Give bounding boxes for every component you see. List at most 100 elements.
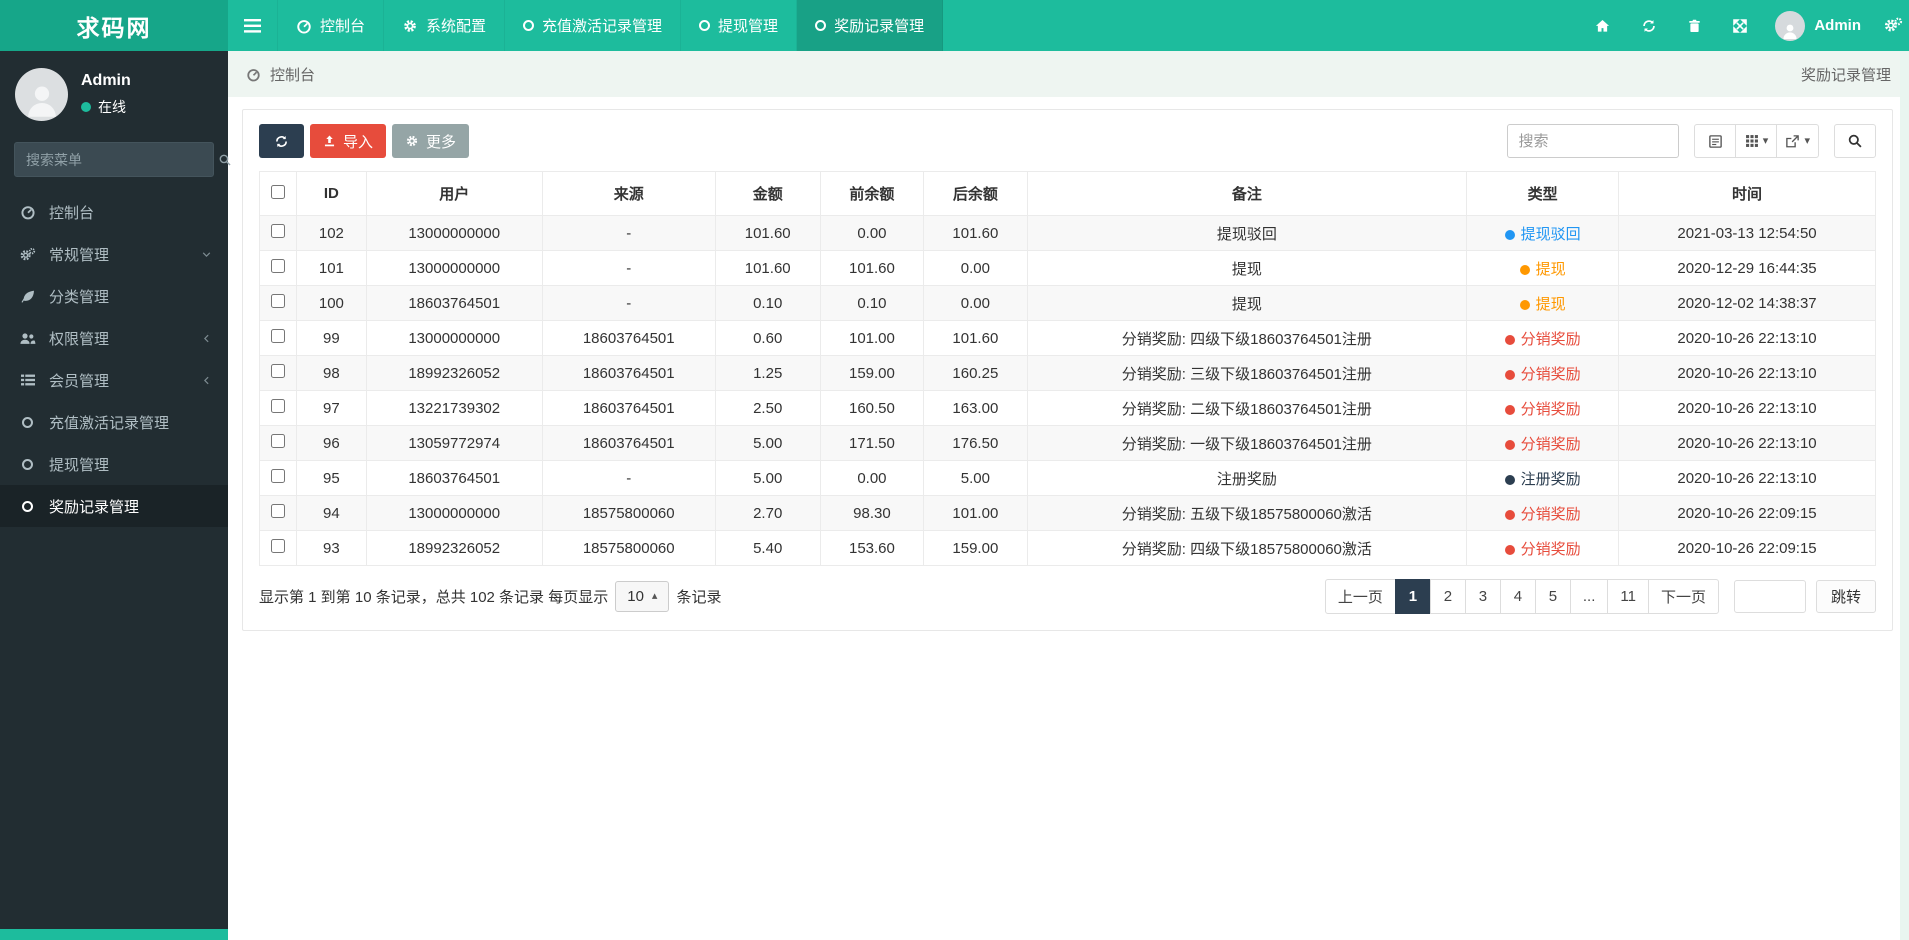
prev-page-button[interactable]: 上一页 (1324, 579, 1396, 614)
cell-type: 分销奖励 (1466, 530, 1620, 566)
row-checkbox[interactable] (271, 224, 286, 238)
sidebar-item-recharge-records[interactable]: 充值激活记录管理 (0, 401, 228, 443)
user-menu[interactable]: Admin (1763, 10, 1873, 41)
cell-time: 2020-10-26 22:09:15 (1618, 530, 1876, 566)
cell-time: 2020-10-26 22:13:10 (1618, 460, 1876, 496)
cell-id: 93 (296, 530, 367, 566)
gear-icon (402, 18, 418, 34)
page-button-2[interactable]: 2 (1429, 579, 1466, 614)
column-header-time[interactable]: 时间 (1618, 171, 1876, 216)
export-dropdown-button[interactable]: ▾ (1776, 124, 1819, 158)
page-button-3[interactable]: 3 (1464, 579, 1501, 614)
table-toolbar: 导入 更多 搜索 ▾ ▾ (259, 124, 1876, 158)
cell-remark: 分销奖励: 五级下级18575800060激活 (1026, 495, 1468, 531)
cell-id: 94 (296, 495, 367, 531)
cell-remark: 分销奖励: 四级下级18603764501注册 (1026, 320, 1468, 356)
jump-page-input[interactable] (1733, 580, 1806, 613)
fullscreen-button[interactable] (1717, 0, 1763, 51)
sidebar-item-category[interactable]: 分类管理 (0, 275, 228, 317)
row-checkbox[interactable] (271, 259, 286, 273)
refresh-icon (274, 134, 289, 149)
topnav-item-reward-records[interactable]: 奖励记录管理 (797, 0, 944, 51)
settings-button[interactable] (1873, 0, 1909, 51)
row-checkbox[interactable] (271, 329, 286, 343)
online-status-icon (81, 102, 91, 112)
page-button-1[interactable]: 1 (1394, 579, 1431, 614)
page-button-4[interactable]: 4 (1499, 579, 1536, 614)
cell-type: 分销奖励 (1466, 320, 1620, 356)
topnav-item-withdraw[interactable]: 提现管理 (681, 0, 798, 51)
navbar-right-tools: Admin (1579, 0, 1909, 51)
columns-dropdown-button[interactable]: ▾ (1735, 124, 1778, 158)
topnav-item-recharge-records[interactable]: 充值激活记录管理 (505, 0, 682, 51)
cogs-icon (1883, 17, 1903, 34)
table-search-input[interactable] (1507, 124, 1680, 158)
cell-amount: 101.60 (714, 250, 821, 286)
sidebar-search-input[interactable] (15, 151, 218, 168)
trash-icon (1687, 18, 1702, 34)
topnav-item-dashboard[interactable]: 控制台 (278, 0, 385, 51)
next-page-button[interactable]: 下一页 (1647, 579, 1719, 614)
column-header-remark[interactable]: 备注 (1026, 171, 1468, 216)
cell-after: 159.00 (923, 530, 1028, 566)
home-button[interactable] (1579, 0, 1626, 51)
row-checkbox[interactable] (271, 504, 286, 518)
row-checkbox[interactable] (271, 539, 286, 553)
cell-after: 0.00 (923, 285, 1028, 321)
refresh-button[interactable] (1626, 0, 1672, 51)
cell-before: 159.00 (819, 355, 925, 391)
cell-id: 100 (296, 285, 367, 321)
clear-cache-button[interactable] (1672, 0, 1717, 51)
page-button-11[interactable]: 11 (1607, 579, 1649, 614)
more-button[interactable]: 更多 (392, 124, 470, 158)
sidebar-toggle-button[interactable] (228, 0, 278, 51)
column-header-source[interactable]: 来源 (541, 171, 716, 216)
cell-type: 提现 (1466, 250, 1620, 286)
main-content: 控制台 奖励记录管理 导入 更多 搜索 ▾ ▾ ID 用户 来源 金额 前余额 … (228, 51, 1909, 940)
column-header-type[interactable]: 类型 (1466, 171, 1620, 216)
refresh-table-button[interactable] (259, 124, 304, 158)
brand-logo[interactable]: 求码网 (0, 0, 228, 51)
cell-before: 0.10 (819, 285, 925, 321)
import-button[interactable]: 导入 (310, 124, 387, 158)
jump-button[interactable]: 跳转 (1815, 580, 1876, 613)
detail-view-button[interactable] (1694, 124, 1737, 158)
profile-avatar (15, 68, 68, 121)
type-badge: 提现 (1535, 260, 1566, 278)
sidebar-item-withdraw[interactable]: 提现管理 (0, 443, 228, 485)
sidebar-item-general[interactable]: 常规管理 (0, 233, 228, 275)
sidebar-item-dashboard[interactable]: 控制台 (0, 191, 228, 233)
column-header-before[interactable]: 前余额 (819, 171, 925, 216)
chevron-down-icon (201, 249, 212, 260)
search-icon[interactable] (218, 153, 242, 167)
row-checkbox[interactable] (271, 434, 286, 448)
select-all-checkbox[interactable] (271, 184, 286, 199)
scrollbar-track[interactable] (1900, 51, 1909, 940)
cell-amount: 1.25 (714, 355, 821, 391)
row-checkbox[interactable] (271, 364, 286, 378)
sidebar-item-members[interactable]: 会员管理 (0, 359, 228, 401)
breadcrumb-item[interactable]: 控制台 (270, 64, 315, 85)
sidebar-item-reward-records[interactable]: 奖励记录管理 (0, 485, 228, 527)
row-checkbox[interactable] (271, 399, 286, 413)
column-header-amount[interactable]: 金额 (714, 171, 821, 216)
ellipsis-page-button[interactable]: ... (1569, 579, 1609, 614)
table-row: 101 13000000000-101.60 101.60 0.00 提现 提现 2020-… (258, 250, 1876, 286)
cell-after: 101.60 (923, 215, 1028, 251)
row-checkbox[interactable] (271, 469, 286, 483)
topnav-item-system-config[interactable]: 系统配置 (384, 0, 506, 51)
cell-id: 97 (296, 390, 367, 426)
cell-amount: 2.70 (714, 495, 821, 531)
search-submit-button[interactable] (1834, 124, 1876, 158)
chevron-left-icon (201, 333, 212, 344)
type-badge: 分销奖励 (1520, 540, 1581, 558)
column-header-user[interactable]: 用户 (365, 171, 543, 216)
column-header-id[interactable]: ID (296, 171, 367, 216)
column-header-after[interactable]: 后余额 (923, 171, 1028, 216)
row-checkbox[interactable] (271, 294, 286, 308)
circle-icon (19, 416, 36, 428)
cell-user: 13059772974 (365, 425, 543, 461)
page-size-dropdown[interactable]: 10 ▴ (615, 581, 670, 612)
page-button-5[interactable]: 5 (1534, 579, 1571, 614)
sidebar-item-permissions[interactable]: 权限管理 (0, 317, 228, 359)
